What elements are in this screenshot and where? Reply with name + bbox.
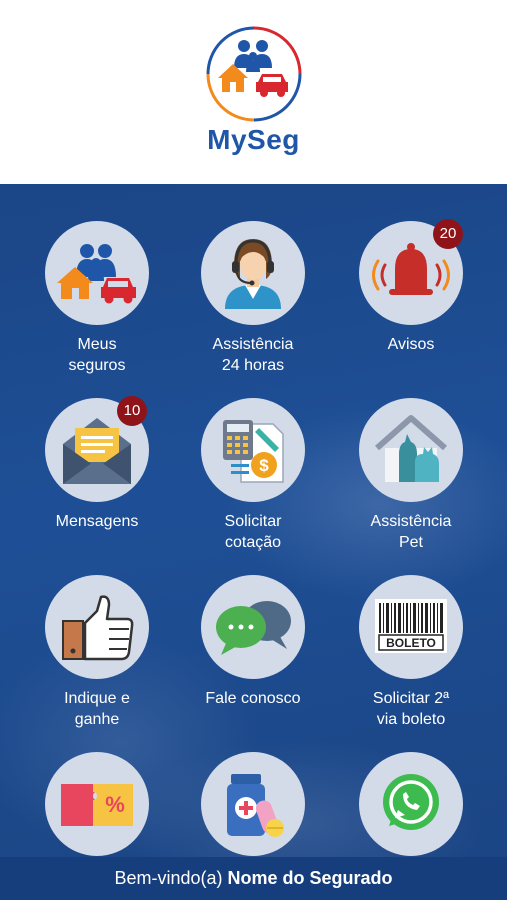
app-header: MySeg xyxy=(0,0,507,184)
menu-item-icon-circle: % xyxy=(45,752,149,856)
menu-item-icon-circle xyxy=(201,752,305,856)
menu-item-assistencia-24h[interactable]: Assistência 24 horas xyxy=(178,221,328,376)
menu-item-fale-conosco[interactable]: Fale conosco xyxy=(178,575,328,709)
calculator-quote-icon: $ xyxy=(223,420,284,483)
menu-item-icon-circle xyxy=(359,398,463,502)
thumbs-up-icon xyxy=(62,595,134,661)
menu-item-avisos[interactable]: 20 Avisos xyxy=(336,219,486,355)
menu-item-indique-e-ganhe[interactable]: Indique e ganhe xyxy=(22,575,172,730)
menu-item-cupons[interactable]: % xyxy=(22,752,172,856)
menu-item-label: Meus seguros xyxy=(68,336,126,374)
svg-text:%: % xyxy=(105,792,125,817)
menu-item-label: Assistência 24 horas xyxy=(212,336,294,374)
menu-item-icon-circle: BOLETO xyxy=(359,575,463,679)
notification-badge: 20 xyxy=(433,219,463,249)
menu-item-label: Mensagens xyxy=(55,513,139,530)
menu-item-mensagens[interactable]: 10 Mensagens xyxy=(22,396,172,532)
menu-item-label: Solicitar 2ª via boleto xyxy=(372,690,450,728)
menu-item-icon-circle xyxy=(45,575,149,679)
headset-agent-icon xyxy=(225,239,281,309)
menu-item-icon-circle: 20 xyxy=(359,219,463,325)
welcome-greeting: Bem-vindo(a) xyxy=(114,868,223,888)
discount-coupon-icon: % xyxy=(61,784,133,826)
menu-grid: Meus seguros Assistência 24 horas 20 Avi… xyxy=(0,184,507,857)
medicine-pills-icon xyxy=(227,774,284,837)
chat-bubbles-icon xyxy=(216,601,291,655)
svg-text:BOLETO: BOLETO xyxy=(386,636,436,650)
menu-item-icon-circle xyxy=(359,752,463,856)
menu-item-label: Solicitar cotação xyxy=(224,513,282,551)
pet-house-icon xyxy=(375,415,447,482)
svg-text:$: $ xyxy=(259,456,269,475)
menu-item-icon-circle: $ xyxy=(201,398,305,502)
menu-item-solicitar-cotacao[interactable]: $ Solicitar cotação xyxy=(178,398,328,553)
menu-item-icon-circle xyxy=(201,575,305,679)
menu-item-label: Assistência Pet xyxy=(370,513,452,551)
menu-item-segunda-via-boleto[interactable]: BOLETO Solicitar 2ª via boleto xyxy=(336,575,486,730)
welcome-footer: Bem-vindo(a) Nome do Segurado xyxy=(0,857,507,900)
menu-item-meus-seguros[interactable]: Meus seguros xyxy=(22,221,172,376)
barcode-boleto-icon: BOLETO xyxy=(375,599,447,653)
menu-item-icon-circle: 10 xyxy=(45,396,149,502)
menu-item-label: Avisos xyxy=(387,336,435,353)
menu-item-icon-circle xyxy=(45,221,149,325)
menu-item-assistencia-pet[interactable]: Assistência Pet xyxy=(336,398,486,553)
notification-badge: 10 xyxy=(117,396,147,426)
menu-item-label: Indique e ganhe xyxy=(64,690,130,728)
menu-item-whatsapp[interactable] xyxy=(336,752,486,856)
myseg-logo xyxy=(206,26,302,122)
menu-item-icon-circle xyxy=(201,221,305,325)
user-name: Nome do Segurado xyxy=(227,868,393,888)
menu-item-medicamentos[interactable] xyxy=(178,752,328,856)
whatsapp-icon xyxy=(383,774,439,830)
menu-item-label: Fale conosco xyxy=(205,690,301,707)
family-house-car-icon xyxy=(57,244,136,304)
brand-name: MySeg xyxy=(207,124,300,155)
